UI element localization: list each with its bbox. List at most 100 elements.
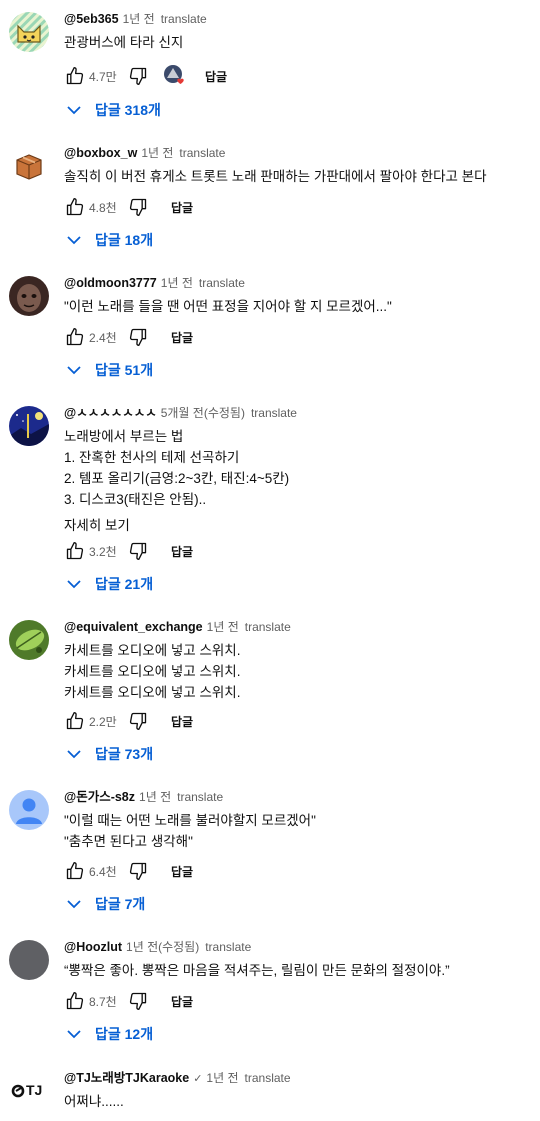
comment-time[interactable]: 1년 전 — [141, 146, 173, 160]
like-button[interactable] — [64, 540, 86, 562]
replies-count: 답글 21개 — [95, 576, 154, 592]
translate-link[interactable]: translate — [161, 12, 207, 26]
dislike-button[interactable] — [127, 326, 149, 348]
comment-text: 어쩌냐...... — [64, 1091, 528, 1112]
comment-time[interactable]: 5개월 전(수정됨) — [161, 406, 245, 420]
view-replies-button[interactable]: 답글 21개 — [67, 573, 153, 595]
thumbs-down-icon — [129, 328, 147, 346]
creator-heart-badge — [163, 64, 187, 88]
avatar[interactable] — [9, 12, 49, 52]
comment-author[interactable]: @TJ노래방TJKaraoke — [64, 1071, 189, 1085]
thumbs-up-icon — [66, 328, 84, 346]
translate-link[interactable]: translate — [205, 940, 251, 954]
like-button[interactable] — [64, 710, 86, 732]
default-user-avatar-icon — [9, 790, 49, 830]
comment-line: “뽕짝은 좋아. 뽕짝은 마음을 적셔주는, 릴림이 만든 문화의 절정이야.” — [64, 963, 450, 978]
like-count: 4.8천 — [89, 200, 117, 215]
view-replies-button[interactable]: 답글 12개 — [67, 1023, 153, 1045]
comment-line: 카세트를 오디오에 넣고 스위치. — [64, 643, 241, 658]
comment-text: 관광버스에 타라 신지 — [64, 32, 528, 53]
replies-count: 답글 7개 — [95, 896, 146, 912]
like-button[interactable] — [64, 990, 86, 1012]
like-button[interactable] — [64, 65, 86, 87]
replies-count: 답글 51개 — [95, 362, 154, 378]
view-replies-button[interactable]: 답글 51개 — [67, 359, 153, 381]
avatar[interactable] — [9, 276, 49, 316]
replies-count: 답글 318개 — [95, 102, 161, 118]
view-replies-button[interactable]: 답글 73개 — [67, 743, 153, 765]
thumbs-up-icon — [66, 67, 84, 85]
thumbs-up-icon — [66, 712, 84, 730]
translate-link[interactable]: translate — [251, 406, 297, 420]
comment-text: 카세트를 오디오에 넣고 스위치. 카세트를 오디오에 넣고 스위치. 카세트를… — [64, 640, 528, 703]
dislike-button[interactable] — [127, 860, 149, 882]
comment-time[interactable]: 1년 전(수정됨) — [126, 940, 199, 954]
comment-author[interactable]: @돈가스-s8z — [64, 790, 135, 804]
dislike-button[interactable] — [127, 990, 149, 1012]
comment-author[interactable]: @ㅅㅅㅅㅅㅅㅅㅅ — [64, 406, 157, 420]
dislike-button[interactable] — [127, 65, 149, 87]
like-button[interactable] — [64, 860, 86, 882]
comment-time[interactable]: 1년 전 — [139, 790, 171, 804]
avatar[interactable] — [9, 620, 49, 660]
view-replies-button[interactable]: 답글 18개 — [67, 229, 153, 251]
face-avatar-icon — [9, 276, 49, 316]
comment-line: "이런 노래를 들을 땐 어떤 표정을 지어야 할 지 모르겠어..." — [64, 299, 392, 314]
comment-line: 2. 템포 올리기(금영:2~3칸, 태진:4~5칸) — [64, 471, 290, 486]
thumbs-up-icon — [66, 198, 84, 216]
chevron-down-icon — [67, 106, 81, 115]
dislike-button[interactable] — [127, 540, 149, 562]
comment-author[interactable]: @boxbox_w — [64, 146, 137, 160]
comment-author[interactable]: @equivalent_exchange — [64, 620, 203, 634]
reply-button[interactable]: 답글 — [205, 68, 227, 85]
thumbs-up-icon — [66, 862, 84, 880]
replies-count: 답글 12개 — [95, 1026, 154, 1042]
reply-button[interactable]: 답글 — [171, 993, 193, 1010]
comment-text: "이런 노래를 들을 땐 어떤 표정을 지어야 할 지 모르겠어..." — [64, 296, 528, 317]
comment-author[interactable]: @oldmoon3777 — [64, 276, 157, 290]
leaf-avatar-icon — [9, 620, 49, 660]
comment-time[interactable]: 1년 전 — [207, 620, 239, 634]
blank-avatar-icon — [9, 940, 49, 980]
reply-button[interactable]: 답글 — [171, 329, 193, 346]
avatar[interactable] — [9, 940, 49, 980]
thumbs-down-icon — [129, 862, 147, 880]
reply-button[interactable]: 답글 — [171, 863, 193, 880]
translate-link[interactable]: translate — [177, 790, 223, 804]
like-count: 3.2천 — [89, 544, 117, 559]
comment-line: "이럴 때는 어떤 노래를 불러야할지 모르겠어" — [64, 813, 316, 828]
chevron-down-icon — [67, 366, 81, 375]
dislike-button[interactable] — [127, 710, 149, 732]
view-replies-button[interactable]: 답글 7개 — [67, 893, 145, 915]
avatar[interactable] — [9, 790, 49, 830]
replies-count: 답글 73개 — [95, 746, 154, 762]
reply-button[interactable]: 답글 — [171, 713, 193, 730]
read-more-link[interactable]: 자세히 보기 — [64, 515, 528, 536]
comment-author[interactable]: @Hoozlut — [64, 940, 122, 954]
translate-link[interactable]: translate — [245, 620, 291, 634]
comment-line: 1. 잔혹한 천사의 테제 선곡하기 — [64, 450, 240, 465]
comment-line: 어쩌냐...... — [64, 1094, 124, 1109]
translate-link[interactable]: translate — [179, 146, 225, 160]
comment-line: 솔직히 이 버전 휴게소 트롯트 노래 판매하는 가판대에서 팔아야 한다고 본… — [64, 169, 487, 184]
avatar[interactable]: TJ — [9, 1071, 49, 1111]
comment-actions: 4.7만 답글 — [64, 64, 227, 88]
dislike-button[interactable] — [127, 196, 149, 218]
reply-button[interactable]: 답글 — [171, 543, 193, 560]
view-replies-button[interactable]: 답글 318개 — [67, 99, 161, 121]
box-avatar-icon — [16, 154, 42, 180]
like-button[interactable] — [64, 326, 86, 348]
comment-time[interactable]: 1년 전 — [123, 12, 155, 26]
comment-time[interactable]: 1년 전 — [161, 276, 193, 290]
comment-author[interactable]: @5eb365 — [64, 12, 119, 26]
avatar[interactable] — [9, 146, 49, 186]
translate-link[interactable]: translate — [199, 276, 245, 290]
avatar[interactable] — [9, 406, 49, 446]
reply-button[interactable]: 답글 — [171, 199, 193, 216]
like-count: 2.4천 — [89, 330, 117, 345]
chevron-down-icon — [67, 580, 81, 589]
comment-time[interactable]: 1년 전 — [206, 1071, 238, 1085]
thumbs-down-icon — [129, 992, 147, 1010]
like-button[interactable] — [64, 196, 86, 218]
translate-link[interactable]: translate — [245, 1071, 291, 1085]
